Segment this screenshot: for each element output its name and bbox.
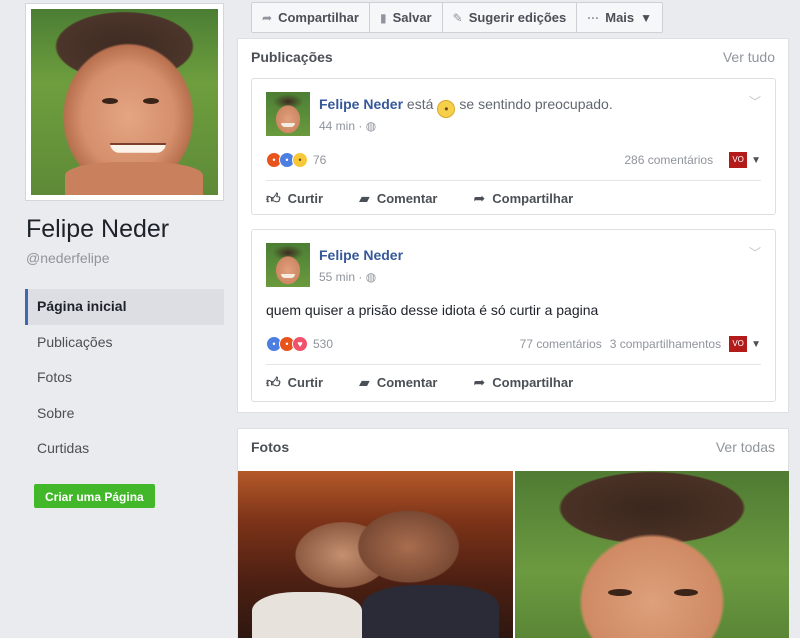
- share-label: Compartilhar: [278, 10, 359, 25]
- post-text: quem quiser a prisão desse idiota é só c…: [266, 302, 599, 318]
- like-label: Curtir: [287, 190, 324, 206]
- post-header: Felipe Neder está • se sentindo preocupado…: [319, 96, 613, 118]
- profile-picture[interactable]: [25, 3, 224, 201]
- share-arrow-icon: ➦: [473, 373, 486, 390]
- page-nav: Página inicial Publicações Fotos Sobre C…: [25, 289, 224, 467]
- post-options-chevron-icon[interactable]: ﹀: [749, 244, 761, 261]
- like-button[interactable]: 👍︎ Curtir: [266, 374, 323, 391]
- globe-icon: ◍: [365, 119, 377, 133]
- share-label: Compartilhar: [492, 190, 574, 206]
- photos-title: Fotos: [251, 439, 290, 455]
- feeling-text: se sentindo preocupado.: [459, 96, 613, 112]
- comment-label: Comentar: [376, 374, 438, 390]
- page-name: Felipe Neder: [26, 215, 170, 243]
- comments-count-link[interactable]: 77 comentários: [520, 337, 602, 351]
- share-page-button[interactable]: ➦ Compartilhar: [252, 3, 370, 32]
- create-page-button[interactable]: Criar uma Página: [34, 484, 155, 508]
- publications-section: Publicações Ver tudo Felipe Neder está • s…: [237, 38, 789, 413]
- share-button[interactable]: ➦ Compartilhar: [474, 190, 574, 207]
- profile-photo: [31, 9, 218, 195]
- post-options-chevron-icon[interactable]: ﹀: [749, 93, 761, 110]
- nav-item-likes[interactable]: Curtidas: [25, 431, 224, 467]
- feeling-prefix: está: [406, 96, 434, 112]
- post-header: Felipe Neder: [319, 247, 403, 263]
- author-avatar[interactable]: [266, 243, 310, 287]
- thumbs-up-icon: 👍︎: [266, 373, 281, 390]
- post-stats: • • • 76 286 comentários VO ▼: [266, 149, 761, 171]
- save-button[interactable]: ▮ Salvar: [370, 3, 443, 32]
- see-all-photos-link[interactable]: Ver todas: [716, 429, 775, 465]
- share-label: Compartilhar: [492, 374, 574, 390]
- share-arrow-icon: ➦: [262, 10, 273, 25]
- post: Felipe Neder 55 min · ◍ ﹀ quem quiser a …: [251, 229, 776, 402]
- post-timestamp[interactable]: 55 min · ◍: [319, 270, 376, 284]
- left-column: Felipe Neder @nederfelipe Página inicial…: [0, 0, 237, 638]
- publications-title: Publicações: [251, 49, 333, 65]
- post-actions: 👍︎ Curtir ▰ Comentar ➦ Compartilhar: [266, 180, 761, 215]
- caret-down-icon: ▼: [640, 10, 653, 25]
- caret-down-icon[interactable]: ▼: [751, 155, 761, 166]
- nav-item-photos[interactable]: Fotos: [25, 360, 224, 396]
- comments-count-link[interactable]: 286 comentários: [624, 153, 713, 167]
- author-name-link[interactable]: Felipe Neder: [319, 96, 403, 112]
- pencil-icon: ✎: [452, 10, 463, 25]
- post-actions: 👍︎ Curtir ▰ Comentar ➦ Compartilhar: [266, 364, 761, 399]
- shares-count-link[interactable]: 3 compartilhamentos: [610, 337, 721, 351]
- photo-thumbnail[interactable]: [515, 471, 789, 638]
- suggest-edits-button[interactable]: ✎ Sugerir edições: [443, 3, 578, 32]
- post-timestamp[interactable]: 44 min · ◍: [319, 119, 376, 133]
- comment-label: Comentar: [376, 190, 438, 206]
- like-label: Curtir: [287, 374, 324, 390]
- caret-down-icon[interactable]: ▼: [751, 339, 761, 350]
- photo-thumbnail[interactable]: [238, 471, 513, 638]
- ellipsis-icon: ···: [587, 10, 600, 25]
- bookmark-icon: ▮: [379, 10, 387, 25]
- post-time: 55 min: [319, 270, 356, 284]
- worried-face-icon: •: [437, 100, 456, 118]
- suggest-label: Sugerir edições: [468, 10, 567, 25]
- post-time: 44 min: [319, 119, 356, 133]
- love-reaction-icon: ♥: [292, 336, 308, 352]
- haha-reaction-icon: •: [292, 152, 308, 168]
- save-label: Salvar: [392, 10, 432, 25]
- nav-item-publications[interactable]: Publicações: [25, 325, 224, 361]
- thumbs-up-icon: 👍︎: [266, 189, 281, 206]
- like-button[interactable]: 👍︎ Curtir: [266, 190, 323, 207]
- nav-item-about[interactable]: Sobre: [25, 396, 224, 432]
- see-all-publications-link[interactable]: Ver tudo: [723, 39, 775, 75]
- page-avatar-icon[interactable]: VO: [729, 152, 748, 168]
- post-stats: • • ♥ 530 77 comentários 3 compartilhame…: [266, 333, 761, 355]
- comment-bubble-icon: ▰: [359, 373, 370, 390]
- page-handle[interactable]: @nederfelipe: [26, 250, 110, 266]
- author-avatar[interactable]: [266, 92, 310, 136]
- share-button[interactable]: ➦ Compartilhar: [474, 374, 574, 391]
- page-avatar-icon[interactable]: VO: [729, 336, 748, 352]
- reaction-count[interactable]: 530: [313, 337, 333, 351]
- nav-item-home[interactable]: Página inicial: [25, 289, 224, 325]
- more-button[interactable]: ··· Mais ▼: [577, 3, 662, 32]
- author-name-link[interactable]: Felipe Neder: [319, 247, 403, 263]
- post: Felipe Neder está • se sentindo preocupado…: [251, 78, 776, 215]
- globe-icon: ◍: [365, 270, 377, 284]
- photos-section: Fotos Ver todas: [237, 428, 789, 638]
- comment-bubble-icon: ▰: [359, 189, 370, 206]
- more-label: Mais: [605, 10, 635, 25]
- comment-button[interactable]: ▰ Comentar: [359, 190, 437, 207]
- page-actionbar: ➦ Compartilhar ▮ Salvar ✎ Sugerir ediçõe…: [251, 2, 664, 33]
- comment-button[interactable]: ▰ Comentar: [359, 374, 437, 391]
- share-arrow-icon: ➦: [473, 189, 486, 206]
- reaction-count[interactable]: 76: [313, 153, 326, 167]
